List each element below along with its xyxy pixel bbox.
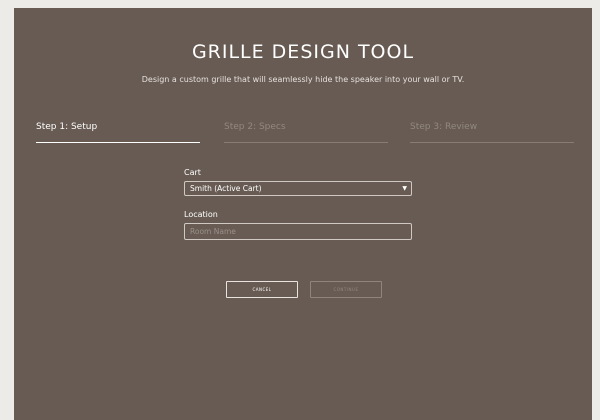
step-2-label: Step 2: Specs: [224, 122, 286, 132]
step-3-underline: [410, 142, 574, 143]
step-2-underline: [224, 142, 388, 143]
step-2-specs[interactable]: Step 2: Specs: [224, 121, 388, 143]
page-title: GRILLE DESIGN TOOL: [191, 41, 415, 63]
page-subtitle: Design a custom grille that will seamles…: [141, 75, 465, 84]
step-1-underline: [36, 142, 200, 143]
step-1-setup[interactable]: Step 1: Setup: [36, 121, 200, 143]
continue-button[interactable]: CONTINUE: [310, 281, 382, 298]
cancel-button[interactable]: CANCEL: [226, 281, 298, 298]
cart-select[interactable]: Smith (Active Cart) ▼: [184, 181, 412, 196]
location-input[interactable]: [184, 223, 412, 240]
cart-label: Cart: [184, 168, 201, 177]
cart-selected-value: Smith (Active Cart): [190, 184, 262, 193]
step-3-review[interactable]: Step 3: Review: [410, 121, 574, 143]
step-progress: Step 1: Setup Step 2: Specs Step 3: Revi…: [36, 121, 576, 143]
chevron-down-icon: ▼: [402, 185, 407, 192]
location-label: Location: [184, 210, 218, 219]
grille-design-panel: GRILLE DESIGN TOOL Design a custom grill…: [14, 8, 592, 420]
step-1-label: Step 1: Setup: [36, 122, 98, 132]
step-3-label: Step 3: Review: [410, 122, 478, 132]
